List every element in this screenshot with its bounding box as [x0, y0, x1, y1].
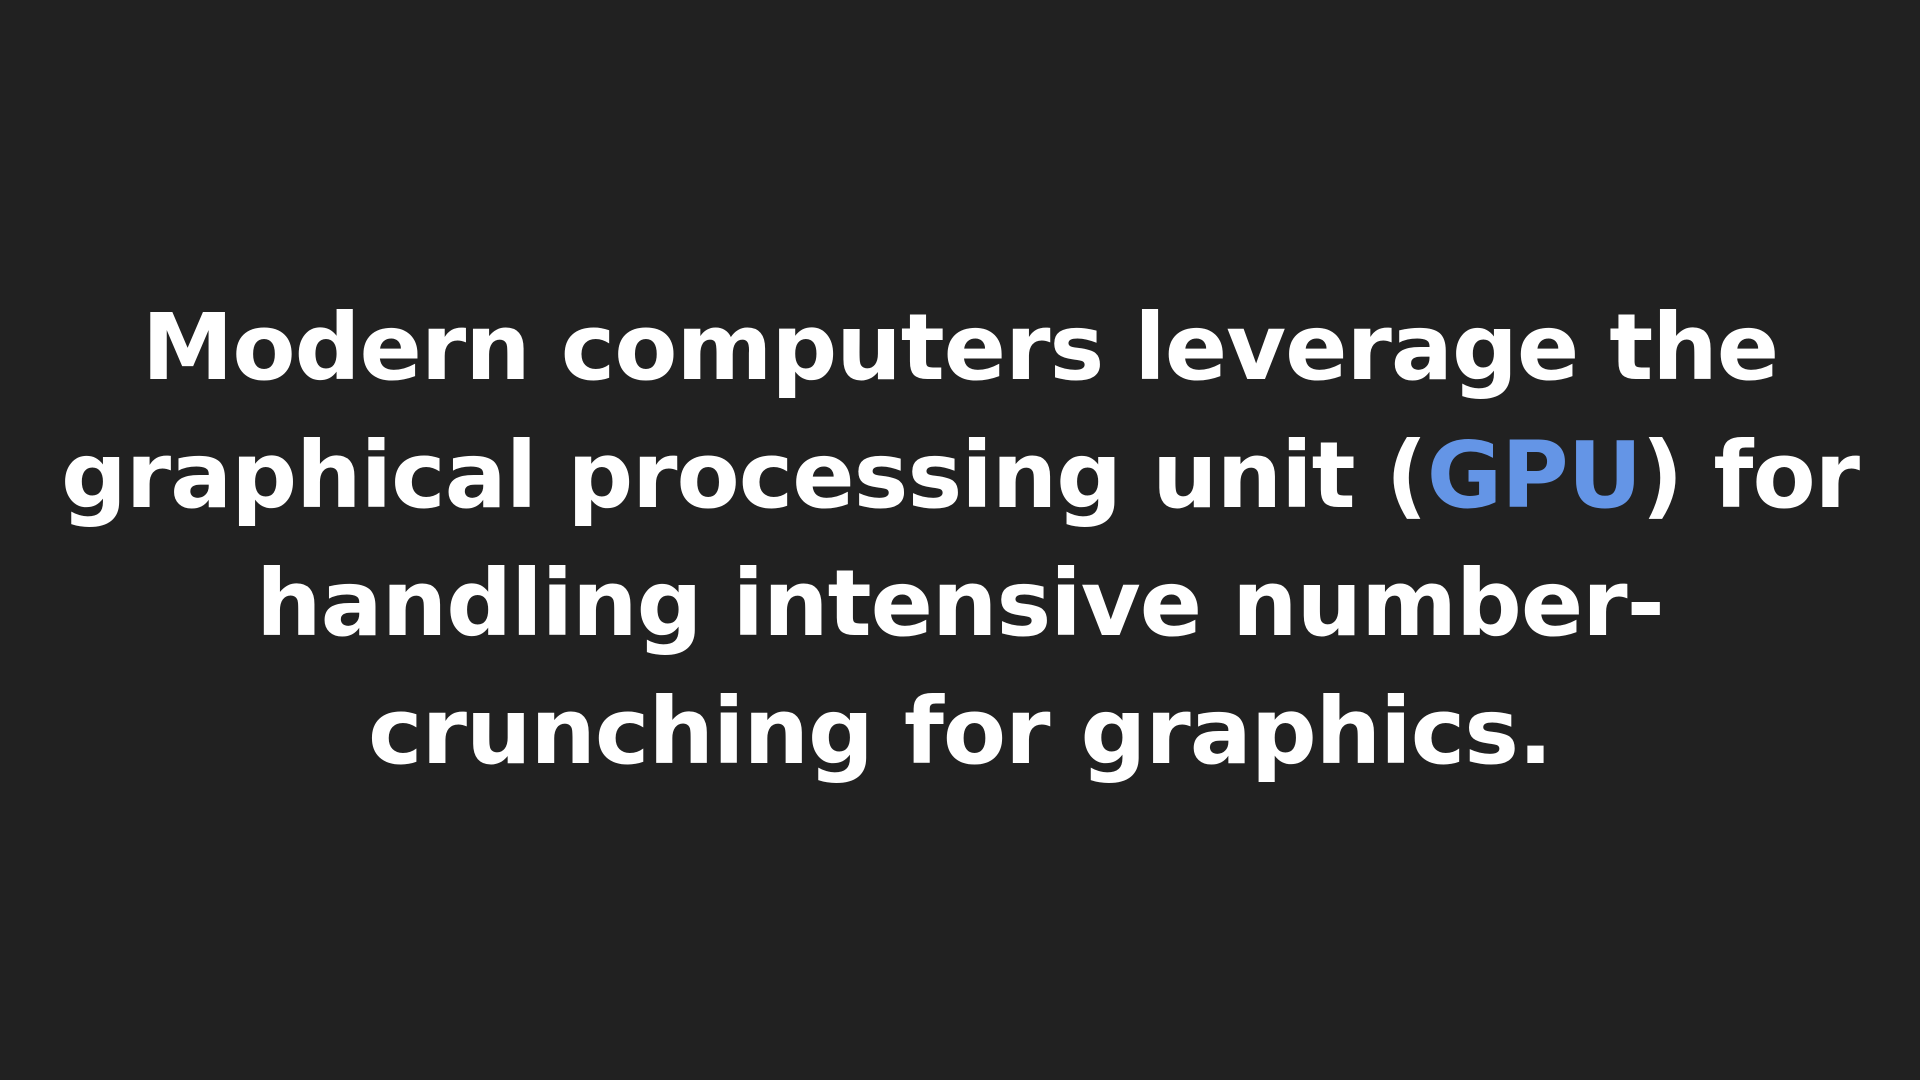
slide-statement: Modern computers leverage the graphical …: [30, 284, 1890, 796]
statement-line-1: Modern computers leverage the: [141, 294, 1779, 401]
statement-line-2: graphical processing unit (GPU) for: [30, 412, 1890, 540]
statement-line-2-lead: graphical processing unit (: [60, 422, 1428, 529]
statement-line-3: handling intensive number-: [256, 550, 1665, 657]
slide: Modern computers leverage the graphical …: [0, 0, 1920, 1080]
statement-line-2-tail: ) for: [1641, 422, 1860, 529]
gpu-highlight: GPU: [1426, 422, 1643, 529]
statement-line-4: crunching for graphics.: [368, 678, 1553, 785]
